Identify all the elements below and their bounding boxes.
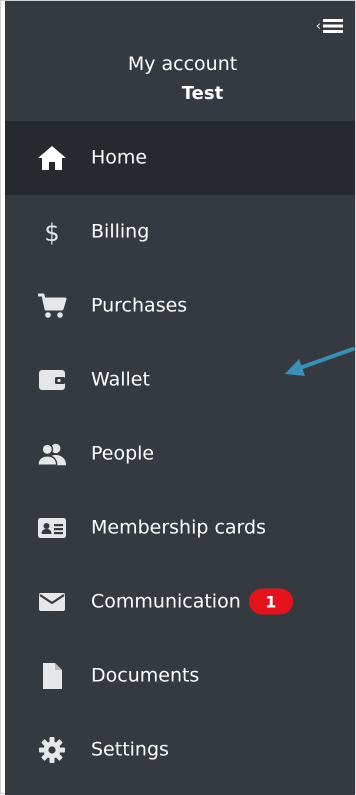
sidebar-item-label: Billing <box>91 220 150 243</box>
sidebar-item-label: People <box>91 442 155 465</box>
sidebar-nav: Home $ Billing Purchases Wallet People M… <box>5 121 355 787</box>
sidebar-collapse-button[interactable]: ‹ <box>309 15 343 37</box>
document-icon <box>37 661 67 691</box>
sidebar-item-label: Settings <box>91 738 169 761</box>
svg-text:$: $ <box>44 219 59 246</box>
wallet-icon <box>37 365 67 395</box>
sidebar-item-documents[interactable]: Documents <box>5 639 355 713</box>
account-label: My account <box>127 53 238 75</box>
sidebar-header: ‹ My account Test <box>5 1 355 121</box>
people-icon <box>37 439 67 469</box>
sidebar-item-home[interactable]: Home <box>5 121 355 195</box>
sidebar-item-purchases[interactable]: Purchases <box>5 269 355 343</box>
sidebar-item-settings[interactable]: Settings <box>5 713 355 787</box>
envelope-icon <box>37 587 67 617</box>
sidebar-item-label: Membership cards <box>91 516 266 539</box>
dollar-icon: $ <box>37 217 67 247</box>
chevron-left-icon: ‹ <box>315 18 321 34</box>
screenshot-frame: ‹ My account Test Home $ Billing Purchas… <box>0 0 356 795</box>
sidebar-item-label: Home <box>91 146 148 169</box>
sidebar: ‹ My account Test Home $ Billing Purchas… <box>5 1 355 795</box>
sidebar-item-wallet[interactable]: Wallet <box>5 343 355 417</box>
account-name: Test <box>181 83 224 104</box>
notification-badge: 1 <box>248 588 293 615</box>
sidebar-item-communication[interactable]: Communication 1 <box>5 565 355 639</box>
sidebar-item-billing[interactable]: $ Billing <box>5 195 355 269</box>
sidebar-item-label: Documents <box>91 664 200 687</box>
sidebar-item-label: Communication <box>91 590 241 613</box>
sidebar-item-membership-cards[interactable]: Membership cards <box>5 491 355 565</box>
gear-icon <box>37 735 67 765</box>
sidebar-item-label: Purchases <box>91 294 188 317</box>
home-icon <box>37 143 67 173</box>
id-card-icon <box>37 513 67 543</box>
sidebar-item-label: Wallet <box>91 368 150 391</box>
cart-icon <box>37 291 67 321</box>
sidebar-item-people[interactable]: People <box>5 417 355 491</box>
menu-collapse-icon <box>323 19 343 33</box>
